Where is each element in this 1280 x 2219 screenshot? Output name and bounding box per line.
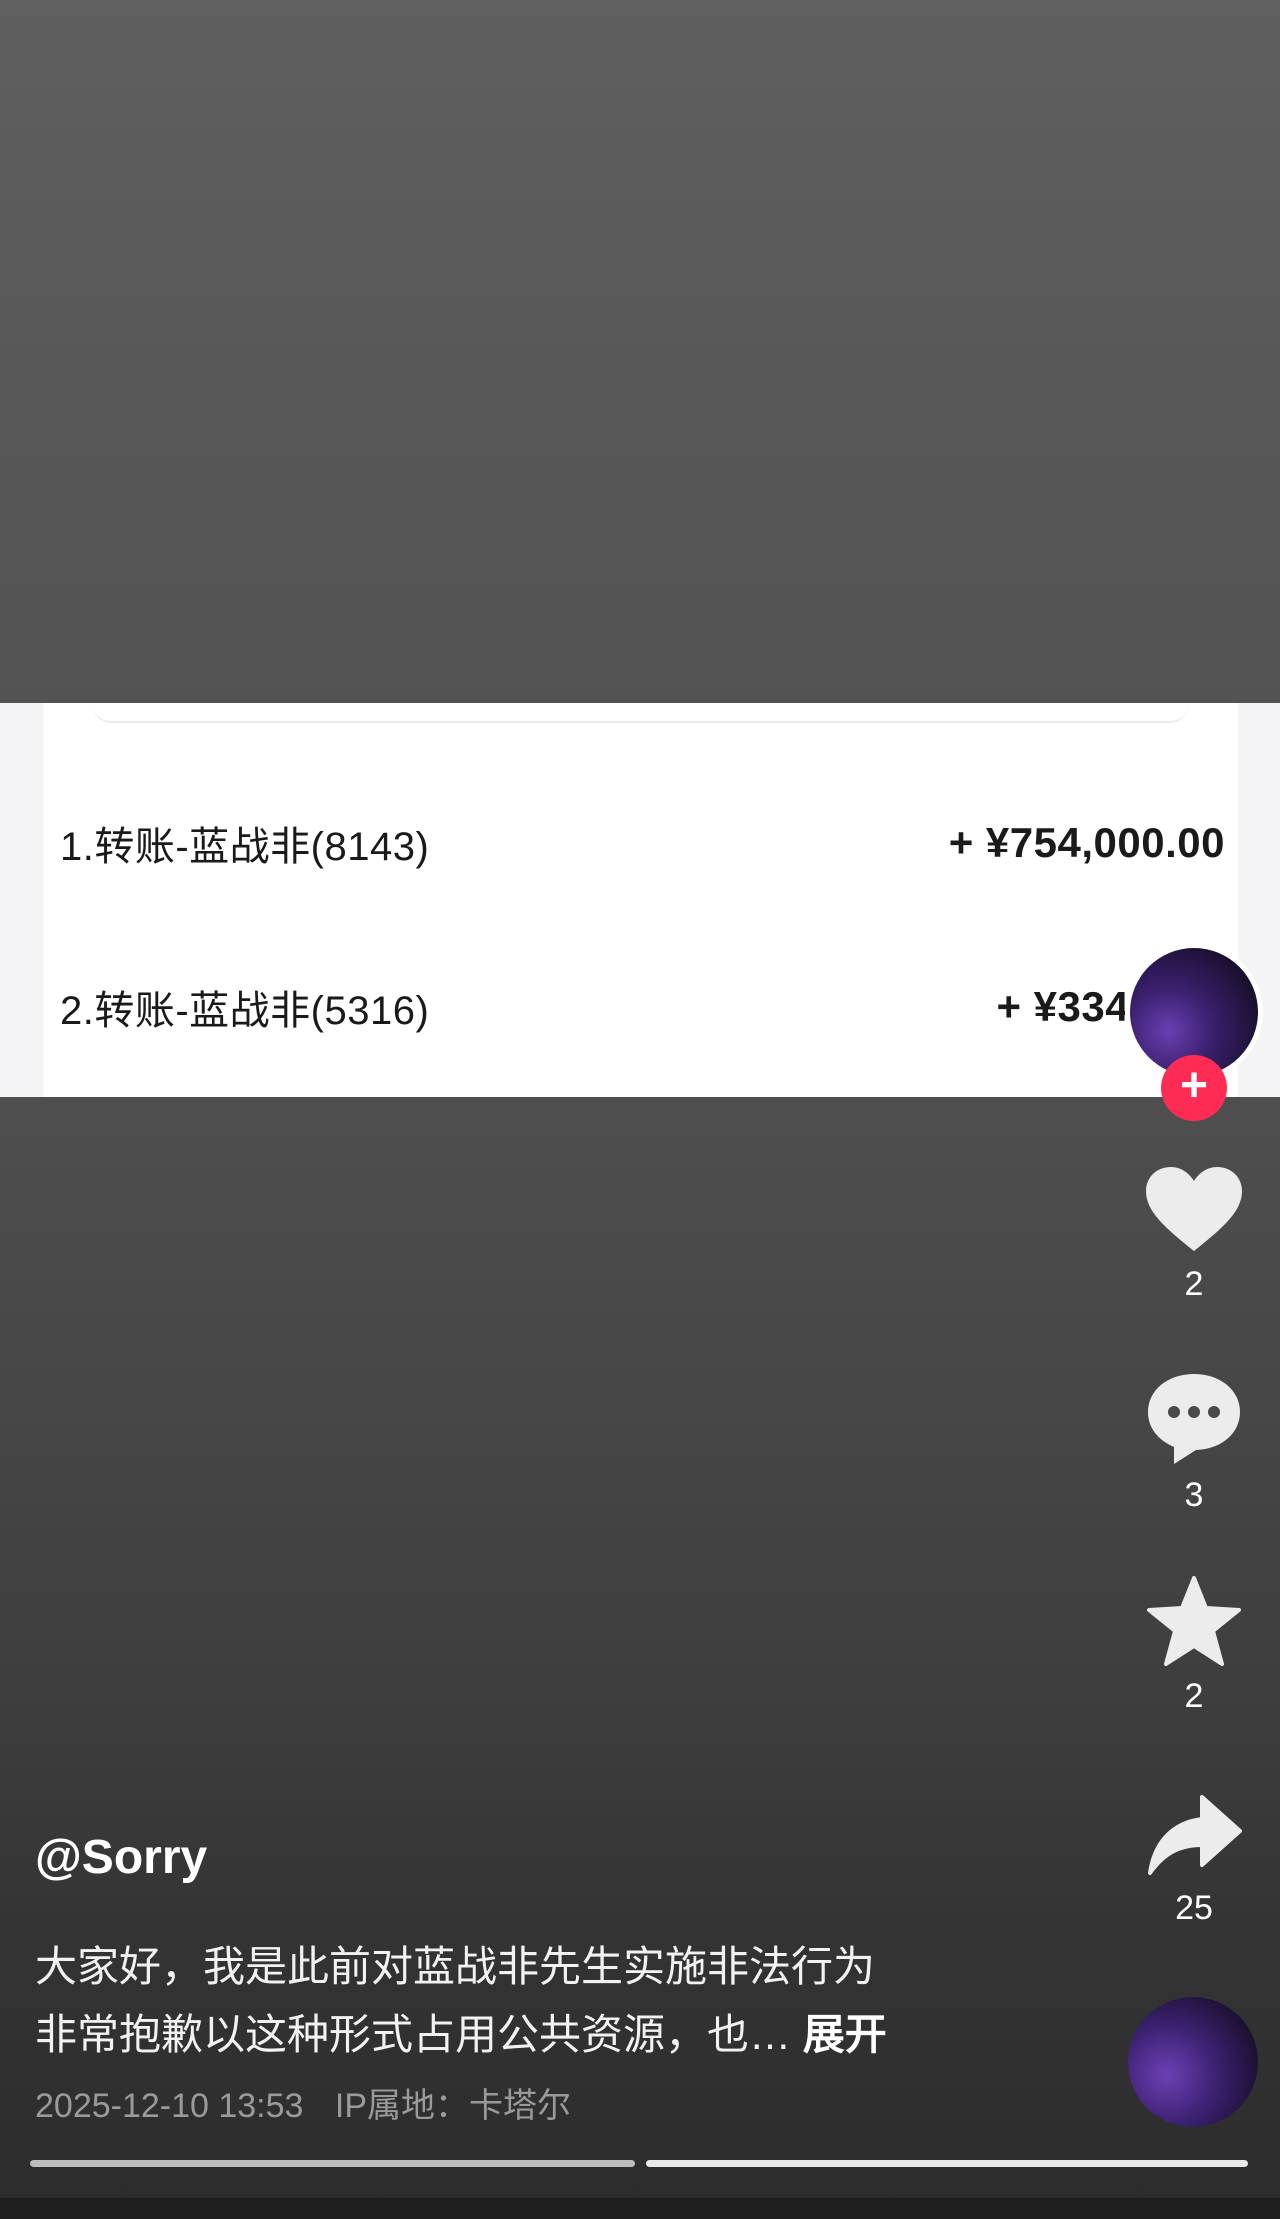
transaction-amount: + ¥754,000.00 [948,819,1225,866]
music-disc[interactable] [1128,1997,1258,2127]
like-button[interactable]: 2 [1130,1165,1258,1304]
author-username[interactable]: @Sorry [35,1830,207,1885]
statement-panel [0,703,1280,1097]
statement-card [43,703,1238,1097]
post-meta: 2025-12-10 13:53 IP属地：卡塔尔 [35,2078,593,2127]
comment-button[interactable]: 3 [1130,1370,1258,1515]
favorite-button[interactable]: 2 [1130,1575,1258,1716]
heart-icon [1130,1165,1258,1255]
description-text: 非常抱歉以这种形式占用公共资源，也… [35,2011,792,2058]
post-description: 大家好，我是此前对蓝战非先生实施非法行为 非常抱歉以这种形式占用公共资源，也… … [35,1933,985,2069]
share-count: 25 [1175,1889,1213,1927]
progress-bar-segment[interactable] [646,2160,1248,2167]
progress-bar-segment[interactable] [30,2160,635,2167]
share-button[interactable]: 25 [1130,1793,1258,1928]
like-count: 2 [1184,1265,1204,1303]
comment-icon [1130,1370,1258,1466]
bottom-bar [0,2198,1280,2219]
share-icon [1130,1793,1258,1879]
post-date: 2025-12-10 13:53 [35,2087,304,2125]
star-icon [1130,1575,1258,1667]
transaction-label: 2.转账-蓝战非(5316) [60,989,430,1033]
expand-button[interactable]: 展开 [803,2011,887,2058]
card-divider [93,703,1188,723]
comment-count: 3 [1184,1476,1204,1514]
transaction-row: 2.转账-蓝战非(5316) + ¥334,000. [60,977,1225,1037]
description-line-2: 非常抱歉以这种形式占用公共资源，也… 展开 [35,2001,985,2069]
transaction-label: 1.转账-蓝战非(8143) [60,825,430,869]
favorite-count: 2 [1184,1677,1204,1715]
transaction-row: 1.转账-蓝战非(8143) + ¥754,000.00 [60,813,1225,873]
follow-button[interactable]: + [1161,1055,1227,1121]
ip-location: IP属地：卡塔尔 [334,2087,572,2125]
description-line: 大家好，我是此前对蓝战非先生实施非法行为 [35,1943,876,1990]
